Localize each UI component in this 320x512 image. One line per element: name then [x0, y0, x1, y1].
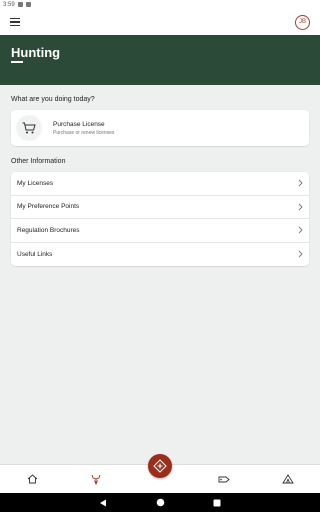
page-title: Hunting [11, 45, 61, 60]
app-bar: JB [0, 9, 320, 35]
tent-icon [282, 474, 294, 484]
chevron-right-icon [298, 179, 303, 187]
list-item-useful-links[interactable]: Useful Links [11, 243, 309, 267]
list-item-label: My Licenses [17, 179, 54, 187]
purchase-license-subtitle: Purchase or renew licenses [53, 129, 115, 136]
home-icon [27, 474, 37, 484]
nav-licenses-button[interactable] [192, 465, 256, 493]
cart-icon [16, 115, 42, 141]
nav-hunting-button[interactable] [64, 465, 128, 493]
notification-icon [17, 2, 23, 7]
deer-icon [91, 474, 101, 485]
purchase-license-title: Purchase License [53, 120, 105, 128]
license-tag-icon [218, 476, 230, 482]
list-item-label: Useful Links [17, 250, 53, 258]
purchase-license-card[interactable]: Purchase License Purchase or renew licen… [11, 110, 309, 146]
status-bar: 3:59 [0, 0, 320, 9]
nav-outdoors-button[interactable] [256, 465, 320, 493]
system-nav-bar [0, 493, 320, 512]
home-system-button[interactable] [154, 497, 166, 509]
other-info-list: My Licenses My Preference Points Regulat… [11, 172, 309, 266]
back-triangle-icon [100, 499, 106, 506]
avatar[interactable]: JB [295, 14, 310, 30]
list-item-preference-points[interactable]: My Preference Points [11, 196, 309, 219]
home-circle-icon [156, 498, 164, 507]
recents-button[interactable] [211, 497, 223, 509]
fab-add-button[interactable] [148, 454, 172, 478]
back-button[interactable] [97, 497, 109, 509]
recents-square-icon [213, 499, 221, 506]
list-item-my-licenses[interactable]: My Licenses [11, 172, 309, 196]
chevron-right-icon [298, 203, 303, 211]
fab-add-icon [153, 459, 167, 473]
title-underline [11, 61, 23, 63]
hero-banner: Hunting [0, 35, 320, 85]
status-time: 3:59 [3, 1, 15, 8]
list-item-label: My Preference Points [17, 203, 80, 211]
chevron-right-icon [298, 226, 303, 234]
chevron-right-icon [298, 250, 303, 258]
list-item-regulation-brochures[interactable]: Regulation Brochures [11, 219, 309, 243]
section-heading-today: What are you doing today? [11, 96, 95, 103]
section-heading-other: Other Information [11, 158, 66, 165]
nav-home-button[interactable] [0, 465, 64, 493]
notification-icon [25, 2, 31, 7]
menu-icon[interactable] [10, 18, 20, 26]
list-item-label: Regulation Brochures [17, 226, 80, 234]
